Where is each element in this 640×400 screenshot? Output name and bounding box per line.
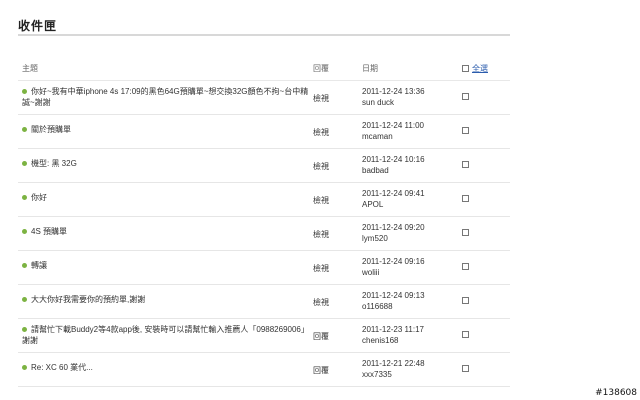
view-link[interactable]: 檢視	[313, 161, 329, 172]
table-row[interactable]: 機型: 黑 32G 檢視 2011-12-24 10:16 badbad	[18, 149, 510, 183]
header-date: 日期	[362, 64, 378, 73]
table-row[interactable]: 轉讓 檢視 2011-12-24 09:16 woliii	[18, 251, 510, 285]
message-sender: APOL	[362, 200, 384, 209]
view-link[interactable]: 檢視	[313, 263, 329, 274]
message-sender: mcaman	[362, 132, 393, 141]
message-date: 2011-12-24 09:20 lym520	[362, 223, 425, 243]
view-link[interactable]: 檢視	[313, 93, 329, 104]
row-select-checkbox[interactable]	[462, 263, 469, 271]
table-row[interactable]: 你好 檢視 2011-12-24 09:41 APOL	[18, 183, 510, 217]
message-date: 2011-12-23 11:17 chenis168	[362, 325, 424, 345]
select-all-checkbox[interactable]	[462, 65, 469, 72]
message-subject-link[interactable]: 你好	[22, 192, 312, 203]
message-subject-link[interactable]: 請幫忙下載Buddy2等4款app後, 安裝時可以請幫忙輸入推薦人「098826…	[22, 324, 312, 346]
unread-dot-icon	[22, 229, 27, 235]
row-select-checkbox[interactable]	[462, 297, 469, 305]
message-subject-link[interactable]: 大大你好我需要你的預約單,謝謝	[22, 294, 312, 305]
message-subject-link[interactable]: 4S 預購單	[22, 226, 312, 237]
view-link[interactable]: 檢視	[313, 127, 329, 138]
message-date: 2011-12-24 09:16 woliii	[362, 257, 425, 277]
inbox-panel: 收件匣 主題 回覆 日期 全選 你好~我有中華iphone 4s 17:09的黑…	[10, 0, 510, 392]
message-date: 2011-12-24 10:16 badbad	[362, 155, 425, 175]
message-subject-link[interactable]: Re: XC 60 業代...	[22, 362, 312, 373]
row-select-checkbox[interactable]	[462, 93, 469, 101]
message-sender: o116688	[362, 302, 393, 311]
reply-link[interactable]: 回覆	[313, 331, 329, 342]
view-link[interactable]: 檢視	[313, 229, 329, 240]
view-link[interactable]: 檢視	[313, 297, 329, 308]
message-date: 2011-12-21 22:48 xxx7335	[362, 359, 425, 379]
select-all-link[interactable]: 全選	[472, 64, 488, 73]
header-subject: 主題	[22, 64, 38, 73]
table-row[interactable]: 關於預購單 檢視 2011-12-24 11:00 mcaman	[18, 115, 510, 149]
table-row[interactable]: Re: XC 60 業代... 回覆 2011-12-21 22:48 xxx73…	[18, 353, 510, 387]
unread-dot-icon	[22, 195, 27, 201]
message-sender: chenis168	[362, 336, 399, 345]
image-tag: #138608	[595, 388, 637, 398]
message-subject-link[interactable]: 轉讓	[22, 260, 312, 271]
row-select-checkbox[interactable]	[462, 127, 469, 135]
unread-dot-icon	[22, 297, 27, 303]
message-sender: sun duck	[362, 98, 395, 107]
message-subject-link[interactable]: 機型: 黑 32G	[22, 158, 312, 169]
message-sender: xxx7335	[362, 370, 392, 379]
select-all-control[interactable]: 全選	[462, 63, 488, 74]
unread-dot-icon	[22, 263, 27, 269]
message-date: 2011-12-24 13:36 sun duck	[362, 87, 425, 107]
message-subject-link[interactable]: 關於預購單	[22, 124, 312, 135]
table-row[interactable]: 4S 預購單 檢視 2011-12-24 09:20 lym520	[18, 217, 510, 251]
unread-dot-icon	[22, 161, 27, 167]
unread-dot-icon	[22, 89, 27, 95]
page-title: 收件匣	[18, 19, 58, 33]
row-select-checkbox[interactable]	[462, 331, 469, 339]
message-sender: badbad	[362, 166, 389, 175]
table-row[interactable]: 請幫忙下載Buddy2等4款app後, 安裝時可以請幫忙輸入推薦人「098826…	[18, 319, 510, 353]
view-link[interactable]: 檢視	[313, 195, 329, 206]
reply-link[interactable]: 回覆	[313, 365, 329, 376]
row-select-checkbox[interactable]	[462, 365, 469, 373]
row-select-checkbox[interactable]	[462, 229, 469, 237]
message-sender: lym520	[362, 234, 388, 243]
unread-dot-icon	[22, 365, 27, 371]
table-header: 主題 回覆 日期 全選	[18, 58, 510, 81]
message-date: 2011-12-24 11:00 mcaman	[362, 121, 424, 141]
table-row[interactable]: 大大你好我需要你的預約單,謝謝 檢視 2011-12-24 09:13 o1166…	[18, 285, 510, 319]
row-select-checkbox[interactable]	[462, 195, 469, 203]
message-sender: woliii	[362, 268, 380, 277]
message-date: 2011-12-24 09:13 o116688	[362, 291, 425, 311]
title-divider	[18, 34, 510, 36]
row-select-checkbox[interactable]	[462, 161, 469, 169]
table-row[interactable]: 你好~我有中華iphone 4s 17:09的黑色64G預購單~想交換32G顏色…	[18, 81, 510, 115]
unread-dot-icon	[22, 127, 27, 133]
message-date: 2011-12-24 09:41 APOL	[362, 189, 425, 209]
header-reply: 回覆	[313, 64, 329, 73]
message-subject-link[interactable]: 你好~我有中華iphone 4s 17:09的黑色64G預購單~想交換32G顏色…	[22, 86, 312, 108]
unread-dot-icon	[22, 327, 27, 333]
